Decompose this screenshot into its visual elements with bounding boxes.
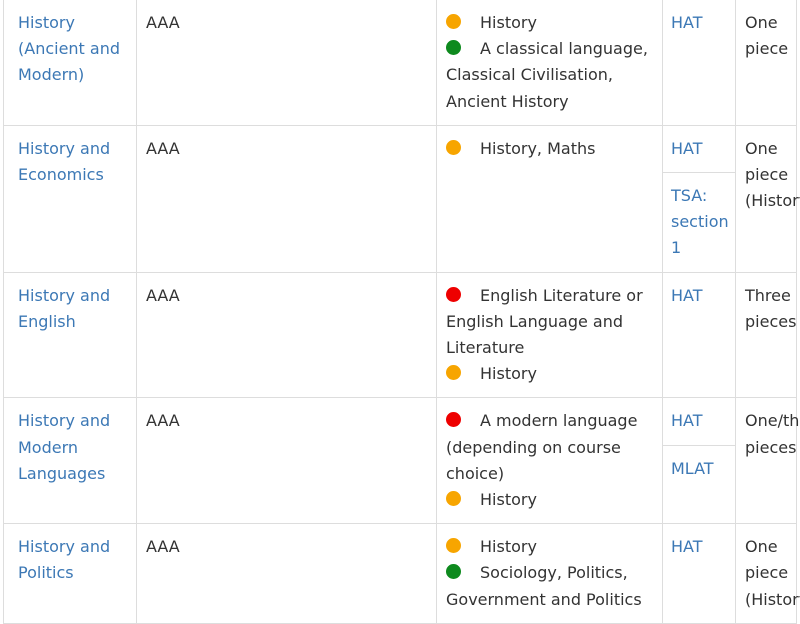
course-link[interactable]: History (Ancient and Modern): [18, 13, 120, 84]
subject-item: History: [446, 10, 658, 36]
test-cell: HAT TSA: section 1: [662, 124, 736, 273]
grades-cell: AAA: [136, 271, 437, 399]
subject-text: History, Maths: [480, 138, 596, 158]
written-work-cell: One piece (History): [735, 523, 800, 624]
subject-item: A modern language (depending on course c…: [446, 408, 658, 487]
course-cell: History (Ancient and Modern): [3, 0, 137, 126]
subject-item: History, Maths: [446, 136, 658, 162]
course-cell: History and Economics: [3, 124, 137, 273]
grades-cell: AAA: [136, 397, 437, 525]
amber-dot-icon: [446, 139, 461, 155]
test-subcell: HAT: [663, 398, 735, 444]
subject-item: A classical language, Classical Civilisa…: [446, 36, 658, 115]
subject-item: Sociology, Politics, Government and Poli…: [446, 560, 658, 612]
subject-item: English Literature or English Language a…: [446, 283, 658, 362]
subject-text: Sociology, Politics, Government and Poli…: [446, 563, 642, 609]
subjects-cell: History Sociology, Politics, Government …: [436, 523, 663, 624]
test-link-hat[interactable]: HAT: [671, 537, 703, 556]
amber-dot-icon: [446, 365, 461, 381]
test-subcell: TSA: section 1: [663, 172, 735, 272]
subject-text: English Literature or English Language a…: [446, 285, 643, 358]
course-link[interactable]: History and English: [18, 286, 110, 331]
amber-dot-icon: [446, 491, 461, 507]
amber-dot-icon: [446, 14, 461, 29]
test-cell: HAT: [662, 523, 736, 624]
courses-table-body: History (Ancient and Modern) AAA History…: [3, 0, 800, 624]
subjects-cell: History, Maths: [436, 124, 663, 273]
subjects-cell: A modern language (depending on course c…: [436, 397, 663, 525]
test-subcell: HAT: [663, 126, 735, 172]
course-link[interactable]: History and Politics: [18, 537, 110, 582]
written-work-cell: One piece (History): [735, 124, 800, 273]
table-row: History and English AAA English Literatu…: [3, 271, 797, 399]
grades-cell: AAA: [136, 523, 437, 624]
test-link-mlat[interactable]: MLAT: [671, 459, 714, 478]
red-dot-icon: [446, 286, 461, 302]
course-link[interactable]: History and Modern Languages: [18, 411, 110, 482]
subject-text: History: [480, 13, 537, 32]
subjects-cell: History A classical language, Classical …: [436, 0, 663, 126]
amber-dot-icon: [446, 538, 461, 554]
subject-text: A modern language (depending on course c…: [446, 411, 638, 483]
test-link-hat[interactable]: HAT: [671, 286, 703, 305]
subject-text: A classical language, Classical Civilisa…: [446, 39, 648, 111]
test-cell: HAT MLAT: [662, 397, 736, 525]
test-cell: HAT: [662, 0, 736, 126]
test-cell: HAT: [662, 271, 736, 399]
subjects-cell: English Literature or English Language a…: [436, 271, 663, 399]
written-work-cell: One/three pieces: [735, 397, 800, 525]
table-row: History and Politics AAA History Sociolo…: [3, 523, 800, 624]
test-link-hat[interactable]: HAT: [671, 139, 703, 158]
test-subcell: MLAT: [663, 444, 735, 492]
course-cell: History and Modern Languages: [3, 397, 137, 525]
written-work-cell: Three pieces: [735, 271, 797, 399]
subject-item: History: [446, 487, 658, 513]
green-dot-icon: [446, 40, 461, 56]
course-cell: History and Politics: [3, 523, 137, 624]
red-dot-icon: [446, 412, 461, 428]
table-row: History and Modern Languages AAA A moder…: [3, 397, 800, 525]
course-link[interactable]: History and Economics: [18, 139, 110, 184]
test-link-tsa[interactable]: TSA: section 1: [671, 186, 729, 257]
subject-text: History: [480, 364, 537, 384]
written-work-cell: One piece: [735, 0, 797, 126]
subject-item: History: [446, 361, 658, 387]
course-cell: History and English: [3, 271, 137, 399]
grades-cell: AAA: [136, 0, 437, 126]
courses-table: History (Ancient and Modern) AAA History…: [3, 0, 800, 624]
subject-text: History: [480, 490, 537, 510]
subject-item: History: [446, 534, 658, 560]
test-link-hat[interactable]: HAT: [671, 411, 703, 430]
test-link-hat[interactable]: HAT: [671, 13, 703, 32]
green-dot-icon: [446, 564, 461, 580]
table-row: History and Economics AAA History, Maths…: [3, 124, 800, 273]
subject-text: History: [480, 537, 537, 557]
grades-cell: AAA: [136, 124, 437, 273]
table-row: History (Ancient and Modern) AAA History…: [3, 0, 797, 126]
